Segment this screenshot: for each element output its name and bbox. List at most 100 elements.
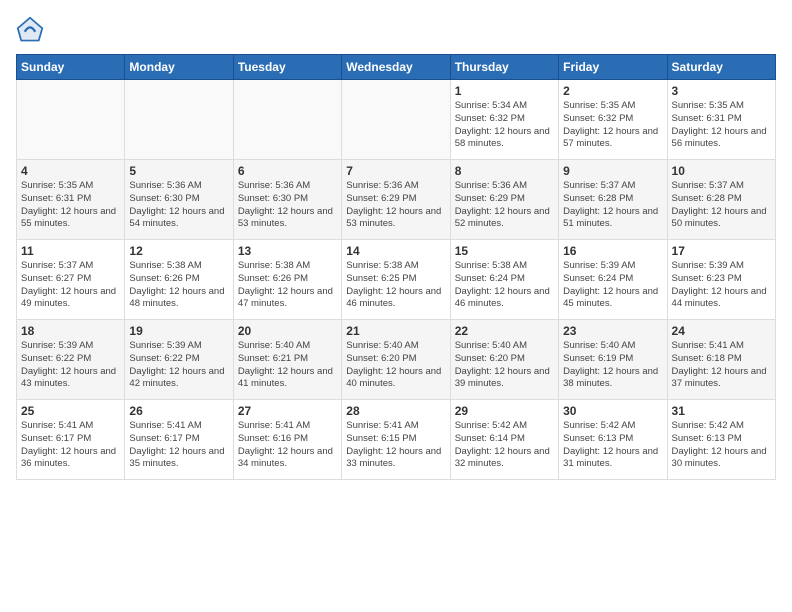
calendar-cell bbox=[17, 80, 125, 160]
calendar-cell: 13 Sunrise: 5:38 AM Sunset: 6:26 PM Dayli… bbox=[233, 240, 341, 320]
header-friday: Friday bbox=[559, 55, 667, 80]
day-content: Sunrise: 5:41 AM Sunset: 6:17 PM Dayligh… bbox=[129, 420, 228, 471]
day-number: 7 bbox=[346, 164, 445, 178]
header-tuesday: Tuesday bbox=[233, 55, 341, 80]
day-number: 6 bbox=[238, 164, 337, 178]
calendar-cell bbox=[233, 80, 341, 160]
calendar-cell: 29 Sunrise: 5:42 AM Sunset: 6:14 PM Dayli… bbox=[450, 400, 558, 480]
calendar-cell: 3Sunrise: 5:35 AM Sunset: 6:31 PM Daylig… bbox=[667, 80, 775, 160]
calendar-cell: 27Sunrise: 5:41 AM Sunset: 6:16 PM Dayli… bbox=[233, 400, 341, 480]
day-content: Sunrise: 5:41 AM Sunset: 6:15 PM Dayligh… bbox=[346, 420, 445, 471]
calendar-week-row: 4 Sunrise: 5:35 AM Sunset: 6:31 PM Daylig… bbox=[17, 160, 776, 240]
day-content: Sunrise: 5:39 AM Sunset: 6:23 PM Dayligh… bbox=[672, 260, 771, 311]
day-content: Sunrise: 5:41 AM Sunset: 6:17 PM Dayligh… bbox=[21, 420, 120, 471]
calendar-cell: 17 Sunrise: 5:39 AM Sunset: 6:23 PM Dayli… bbox=[667, 240, 775, 320]
day-number: 15 bbox=[455, 244, 554, 258]
calendar-cell: 1 Sunrise: 5:34 AM Sunset: 6:32 PM Daylig… bbox=[450, 80, 558, 160]
calendar-cell: 24 Sunrise: 5:41 AM Sunset: 6:18 PM Dayli… bbox=[667, 320, 775, 400]
day-number: 16 bbox=[563, 244, 662, 258]
calendar-cell: 25 Sunrise: 5:41 AM Sunset: 6:17 PM Dayli… bbox=[17, 400, 125, 480]
day-content: Sunrise: 5:39 AM Sunset: 6:22 PM Dayligh… bbox=[21, 340, 120, 391]
day-content: Sunrise: 5:37 AM Sunset: 6:28 PM Dayligh… bbox=[672, 180, 771, 231]
day-number: 18 bbox=[21, 324, 120, 338]
calendar-cell: 4 Sunrise: 5:35 AM Sunset: 6:31 PM Daylig… bbox=[17, 160, 125, 240]
day-number: 2 bbox=[563, 84, 662, 98]
calendar-cell: 26 Sunrise: 5:41 AM Sunset: 6:17 PM Dayli… bbox=[125, 400, 233, 480]
day-content: Sunrise: 5:34 AM Sunset: 6:32 PM Dayligh… bbox=[455, 100, 554, 151]
day-number: 22 bbox=[455, 324, 554, 338]
calendar-cell: 8 Sunrise: 5:36 AM Sunset: 6:29 PM Daylig… bbox=[450, 160, 558, 240]
calendar-cell: 15 Sunrise: 5:38 AM Sunset: 6:24 PM Dayli… bbox=[450, 240, 558, 320]
day-content: Sunrise: 5:38 AM Sunset: 6:24 PM Dayligh… bbox=[455, 260, 554, 311]
day-number: 23 bbox=[563, 324, 662, 338]
day-content: Sunrise: 5:40 AM Sunset: 6:21 PM Dayligh… bbox=[238, 340, 337, 391]
day-number: 29 bbox=[455, 404, 554, 418]
day-number: 11 bbox=[21, 244, 120, 258]
calendar-cell bbox=[342, 80, 450, 160]
calendar-cell: 21Sunrise: 5:40 AM Sunset: 6:20 PM Dayli… bbox=[342, 320, 450, 400]
calendar-table: SundayMondayTuesdayWednesdayThursdayFrid… bbox=[16, 54, 776, 480]
day-content: Sunrise: 5:40 AM Sunset: 6:19 PM Dayligh… bbox=[563, 340, 662, 391]
day-number: 5 bbox=[129, 164, 228, 178]
day-content: Sunrise: 5:40 AM Sunset: 6:20 PM Dayligh… bbox=[455, 340, 554, 391]
day-content: Sunrise: 5:41 AM Sunset: 6:18 PM Dayligh… bbox=[672, 340, 771, 391]
header-saturday: Saturday bbox=[667, 55, 775, 80]
day-number: 19 bbox=[129, 324, 228, 338]
day-content: Sunrise: 5:42 AM Sunset: 6:14 PM Dayligh… bbox=[455, 420, 554, 471]
calendar-cell: 31 Sunrise: 5:42 AM Sunset: 6:13 PM Dayli… bbox=[667, 400, 775, 480]
calendar-cell bbox=[125, 80, 233, 160]
calendar-cell: 9 Sunrise: 5:37 AM Sunset: 6:28 PM Daylig… bbox=[559, 160, 667, 240]
day-number: 26 bbox=[129, 404, 228, 418]
calendar-cell: 14 Sunrise: 5:38 AM Sunset: 6:25 PM Dayli… bbox=[342, 240, 450, 320]
calendar-cell: 5 Sunrise: 5:36 AM Sunset: 6:30 PM Daylig… bbox=[125, 160, 233, 240]
calendar-week-row: 18 Sunrise: 5:39 AM Sunset: 6:22 PM Dayli… bbox=[17, 320, 776, 400]
day-number: 30 bbox=[563, 404, 662, 418]
logo bbox=[16, 16, 48, 44]
header-wednesday: Wednesday bbox=[342, 55, 450, 80]
day-content: Sunrise: 5:38 AM Sunset: 6:26 PM Dayligh… bbox=[129, 260, 228, 311]
day-content: Sunrise: 5:36 AM Sunset: 6:29 PM Dayligh… bbox=[455, 180, 554, 231]
header-thursday: Thursday bbox=[450, 55, 558, 80]
day-number: 13 bbox=[238, 244, 337, 258]
day-content: Sunrise: 5:37 AM Sunset: 6:28 PM Dayligh… bbox=[563, 180, 662, 231]
day-number: 3 bbox=[672, 84, 771, 98]
day-content: Sunrise: 5:42 AM Sunset: 6:13 PM Dayligh… bbox=[563, 420, 662, 471]
day-number: 12 bbox=[129, 244, 228, 258]
calendar-cell: 10Sunrise: 5:37 AM Sunset: 6:28 PM Dayli… bbox=[667, 160, 775, 240]
day-number: 8 bbox=[455, 164, 554, 178]
calendar-cell: 16 Sunrise: 5:39 AM Sunset: 6:24 PM Dayli… bbox=[559, 240, 667, 320]
calendar-week-row: 11Sunrise: 5:37 AM Sunset: 6:27 PM Dayli… bbox=[17, 240, 776, 320]
day-content: Sunrise: 5:41 AM Sunset: 6:16 PM Dayligh… bbox=[238, 420, 337, 471]
calendar-header-row: SundayMondayTuesdayWednesdayThursdayFrid… bbox=[17, 55, 776, 80]
calendar-week-row: 1 Sunrise: 5:34 AM Sunset: 6:32 PM Daylig… bbox=[17, 80, 776, 160]
day-number: 31 bbox=[672, 404, 771, 418]
day-content: Sunrise: 5:38 AM Sunset: 6:25 PM Dayligh… bbox=[346, 260, 445, 311]
day-number: 1 bbox=[455, 84, 554, 98]
day-number: 25 bbox=[21, 404, 120, 418]
day-content: Sunrise: 5:35 AM Sunset: 6:31 PM Dayligh… bbox=[21, 180, 120, 231]
day-number: 24 bbox=[672, 324, 771, 338]
calendar-cell: 11Sunrise: 5:37 AM Sunset: 6:27 PM Dayli… bbox=[17, 240, 125, 320]
calendar-cell: 22 Sunrise: 5:40 AM Sunset: 6:20 PM Dayli… bbox=[450, 320, 558, 400]
day-content: Sunrise: 5:36 AM Sunset: 6:29 PM Dayligh… bbox=[346, 180, 445, 231]
calendar-week-row: 25 Sunrise: 5:41 AM Sunset: 6:17 PM Dayli… bbox=[17, 400, 776, 480]
day-number: 17 bbox=[672, 244, 771, 258]
day-content: Sunrise: 5:38 AM Sunset: 6:26 PM Dayligh… bbox=[238, 260, 337, 311]
calendar-cell: 6Sunrise: 5:36 AM Sunset: 6:30 PM Daylig… bbox=[233, 160, 341, 240]
day-number: 28 bbox=[346, 404, 445, 418]
header-sunday: Sunday bbox=[17, 55, 125, 80]
day-number: 4 bbox=[21, 164, 120, 178]
calendar-cell: 12 Sunrise: 5:38 AM Sunset: 6:26 PM Dayli… bbox=[125, 240, 233, 320]
calendar-cell: 18 Sunrise: 5:39 AM Sunset: 6:22 PM Dayli… bbox=[17, 320, 125, 400]
day-number: 14 bbox=[346, 244, 445, 258]
page-header bbox=[16, 16, 776, 44]
day-content: Sunrise: 5:40 AM Sunset: 6:20 PM Dayligh… bbox=[346, 340, 445, 391]
logo-icon bbox=[16, 16, 44, 44]
day-content: Sunrise: 5:42 AM Sunset: 6:13 PM Dayligh… bbox=[672, 420, 771, 471]
day-content: Sunrise: 5:39 AM Sunset: 6:24 PM Dayligh… bbox=[563, 260, 662, 311]
calendar-cell: 2Sunrise: 5:35 AM Sunset: 6:32 PM Daylig… bbox=[559, 80, 667, 160]
calendar-cell: 30 Sunrise: 5:42 AM Sunset: 6:13 PM Dayli… bbox=[559, 400, 667, 480]
day-number: 9 bbox=[563, 164, 662, 178]
calendar-cell: 23 Sunrise: 5:40 AM Sunset: 6:19 PM Dayli… bbox=[559, 320, 667, 400]
day-content: Sunrise: 5:36 AM Sunset: 6:30 PM Dayligh… bbox=[129, 180, 228, 231]
